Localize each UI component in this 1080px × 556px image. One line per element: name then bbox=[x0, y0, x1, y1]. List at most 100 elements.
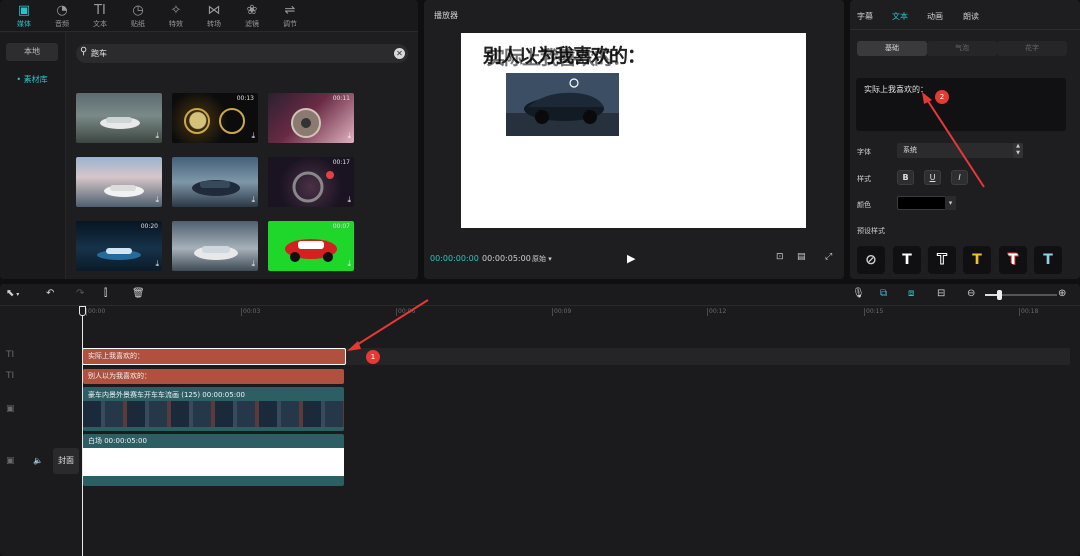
waveform-button[interactable]: ⊡ bbox=[776, 252, 784, 262]
redo-button[interactable]: ↷ bbox=[76, 288, 84, 299]
video-track-icon: ▣ bbox=[6, 404, 15, 414]
tab-text[interactable]: TI 文本 bbox=[81, 3, 119, 31]
download-icon[interactable]: ⤓ bbox=[155, 131, 159, 141]
download-icon[interactable]: ⤓ bbox=[251, 131, 255, 141]
font-label: 字体 bbox=[857, 148, 871, 156]
download-icon[interactable]: ⤓ bbox=[251, 195, 255, 205]
linkage-button[interactable]: ⧈ bbox=[908, 288, 914, 299]
tab-transition[interactable]: ⋈ 转场 bbox=[195, 3, 233, 31]
select-tool-button[interactable]: ⬉ ▾ bbox=[6, 288, 19, 299]
media-thumbnail[interactable]: 00:13 ⤓ bbox=[172, 93, 258, 143]
media-thumbnail[interactable]: 00:17 ⤓ bbox=[268, 157, 354, 207]
mute-icon[interactable]: 🔈 bbox=[33, 456, 43, 465]
fullscreen-button[interactable]: ⤢ bbox=[825, 252, 832, 262]
tab-read-aloud[interactable]: 朗读 bbox=[963, 11, 979, 22]
play-icon: ▶ bbox=[627, 252, 636, 265]
text-style-icon: T bbox=[972, 252, 982, 268]
time-ruler[interactable]: 00:00 00:03 00:06 00:09 00:12 00:15 00:1… bbox=[80, 306, 1080, 322]
playhead[interactable] bbox=[82, 306, 83, 556]
color-label: 颜色 bbox=[857, 201, 871, 209]
current-time: 00:00:00:00 bbox=[430, 254, 479, 263]
preset-red-outline[interactable]: T bbox=[999, 246, 1027, 274]
axis-icon: ⊟ bbox=[937, 288, 946, 299]
zoom-in-button[interactable]: ⊕ bbox=[1058, 288, 1066, 299]
media-thumbnail[interactable]: ⤓ bbox=[172, 221, 258, 271]
preview-canvas[interactable]: 别人以为我喜欢的： 实际上我喜欢的： bbox=[461, 33, 806, 228]
delete-button[interactable]: 🗑 bbox=[132, 288, 145, 299]
download-icon[interactable]: ⤓ bbox=[155, 195, 159, 205]
text-clip-selected[interactable]: 实际上我喜欢的： bbox=[82, 348, 346, 365]
media-tabbar: ▣ 媒体 ◔ 音频 TI 文本 ◷ 贴纸 ✧ 特效 ⋈ 转场 ❀ 滤镜 ⇌ 调节 bbox=[0, 0, 418, 32]
download-icon[interactable]: ⤓ bbox=[347, 131, 351, 141]
tab-audio[interactable]: ◔ 音频 bbox=[43, 3, 81, 31]
player-title: 播放器 bbox=[434, 11, 458, 20]
preset-white[interactable]: T bbox=[893, 246, 921, 274]
white-clip[interactable]: 白场 00:00:05:00 bbox=[83, 434, 344, 486]
zoom-slider[interactable] bbox=[985, 290, 1057, 300]
tab-media[interactable]: ▣ 媒体 bbox=[5, 3, 43, 31]
segment-fancy-text[interactable]: 花字 bbox=[997, 41, 1067, 56]
media-thumbnail[interactable]: ⤓ bbox=[76, 93, 162, 143]
tab-sticker[interactable]: ◷ 贴纸 bbox=[119, 3, 157, 31]
preview-car-image[interactable] bbox=[506, 73, 619, 136]
text-content-input[interactable]: 实际上我喜欢的： bbox=[856, 78, 1066, 131]
microphone-icon: 🎙 bbox=[852, 288, 865, 299]
cover-button[interactable]: 封面 bbox=[53, 448, 79, 474]
media-thumbnail[interactable]: 00:20 ⤓ bbox=[76, 221, 162, 271]
sidebar-item-local[interactable]: 本地 bbox=[6, 43, 58, 61]
tab-effects[interactable]: ✧ 特效 bbox=[157, 3, 195, 31]
tab-adjust[interactable]: ⇌ 调节 bbox=[271, 3, 309, 31]
media-thumbnail[interactable]: 00:11 ⤓ bbox=[268, 93, 354, 143]
preset-blue[interactable]: T bbox=[1034, 246, 1062, 274]
color-swatch[interactable] bbox=[897, 196, 947, 210]
ratio-dropdown[interactable]: 原始 ▾ bbox=[532, 254, 552, 264]
segment-bubble[interactable]: 气泡 bbox=[927, 41, 997, 56]
preview-axis-button[interactable]: ⊟ bbox=[937, 288, 945, 299]
download-icon[interactable]: ⤓ bbox=[251, 259, 255, 269]
search-icon: ⚲ bbox=[80, 46, 88, 57]
play-button[interactable]: ▶ bbox=[627, 252, 635, 265]
preset-none[interactable]: ⊘ bbox=[857, 246, 885, 274]
main-track-magnet-button[interactable]: ⧉ bbox=[880, 288, 887, 299]
tab-filter[interactable]: ❀ 滤镜 bbox=[233, 3, 271, 31]
adjust-icon: ⇌ bbox=[284, 3, 296, 18]
italic-button[interactable]: I bbox=[951, 170, 968, 185]
split-button[interactable]: ⫿ bbox=[104, 288, 107, 299]
sidebar-item-library[interactable]: • 素材库 bbox=[6, 71, 58, 89]
ruler-tick: 00:15 bbox=[863, 308, 884, 316]
color-dropdown[interactable]: ▾ bbox=[945, 196, 956, 210]
preset-outline[interactable]: T bbox=[928, 246, 956, 274]
effects-icon: ✧ bbox=[170, 3, 182, 18]
canvas-title-text-overlap[interactable]: 实际上我喜欢的： bbox=[486, 43, 631, 70]
font-select[interactable]: 系统 bbox=[897, 143, 1015, 158]
playhead-handle[interactable] bbox=[79, 306, 86, 316]
undo-button[interactable]: ↶ bbox=[46, 288, 54, 299]
video-clip[interactable]: 豪车内景外景赛车开车车流画 (125) 00:00:05:00 bbox=[83, 387, 344, 431]
segment-basic[interactable]: 基础 bbox=[857, 41, 927, 56]
media-thumbnail[interactable]: 00:07 ⤓ bbox=[268, 221, 354, 271]
download-icon[interactable]: ⤓ bbox=[347, 259, 351, 269]
record-button[interactable]: 🎙 bbox=[852, 288, 865, 299]
tab-animation[interactable]: 动画 bbox=[927, 11, 943, 22]
tab-text-prop[interactable]: 文本 bbox=[892, 11, 908, 22]
download-icon[interactable]: ⤓ bbox=[347, 195, 351, 205]
tab-subtitle[interactable]: 字幕 bbox=[857, 11, 873, 22]
search-input[interactable] bbox=[91, 46, 381, 61]
ratio-button[interactable]: ▤ bbox=[797, 252, 806, 262]
media-thumbnail[interactable]: ⤓ bbox=[76, 157, 162, 207]
player-panel: 播放器 别人以为我喜欢的： 实际上我喜欢的： 00:00:00:00 00:00… bbox=[424, 0, 844, 279]
zoom-out-button[interactable]: ⊖ bbox=[967, 288, 975, 299]
clear-icon[interactable]: ✕ bbox=[394, 48, 405, 59]
underline-button[interactable]: U bbox=[924, 170, 941, 185]
aspect-ratio-icon: ▤ bbox=[797, 252, 806, 262]
text-clip[interactable]: 别人以为我喜欢的： bbox=[83, 369, 344, 384]
bold-button[interactable]: B bbox=[897, 170, 914, 185]
link-icon: ⧈ bbox=[908, 288, 915, 299]
preset-yellow[interactable]: T bbox=[963, 246, 991, 274]
download-icon[interactable]: ⤓ bbox=[155, 259, 159, 269]
timeline-panel: ⬉ ▾ ↶ ↷ ⫿ 🗑 🎙 ⧉ ⧈ ⊟ ⊖ ⊕ 00:00 00:03 00:0… bbox=[0, 284, 1080, 556]
zoom-slider-handle[interactable] bbox=[997, 290, 1002, 300]
font-stepper[interactable]: ▲ ▼ bbox=[1013, 143, 1023, 158]
media-thumbnail[interactable]: ⤓ bbox=[172, 157, 258, 207]
undo-icon: ↶ bbox=[46, 288, 55, 299]
